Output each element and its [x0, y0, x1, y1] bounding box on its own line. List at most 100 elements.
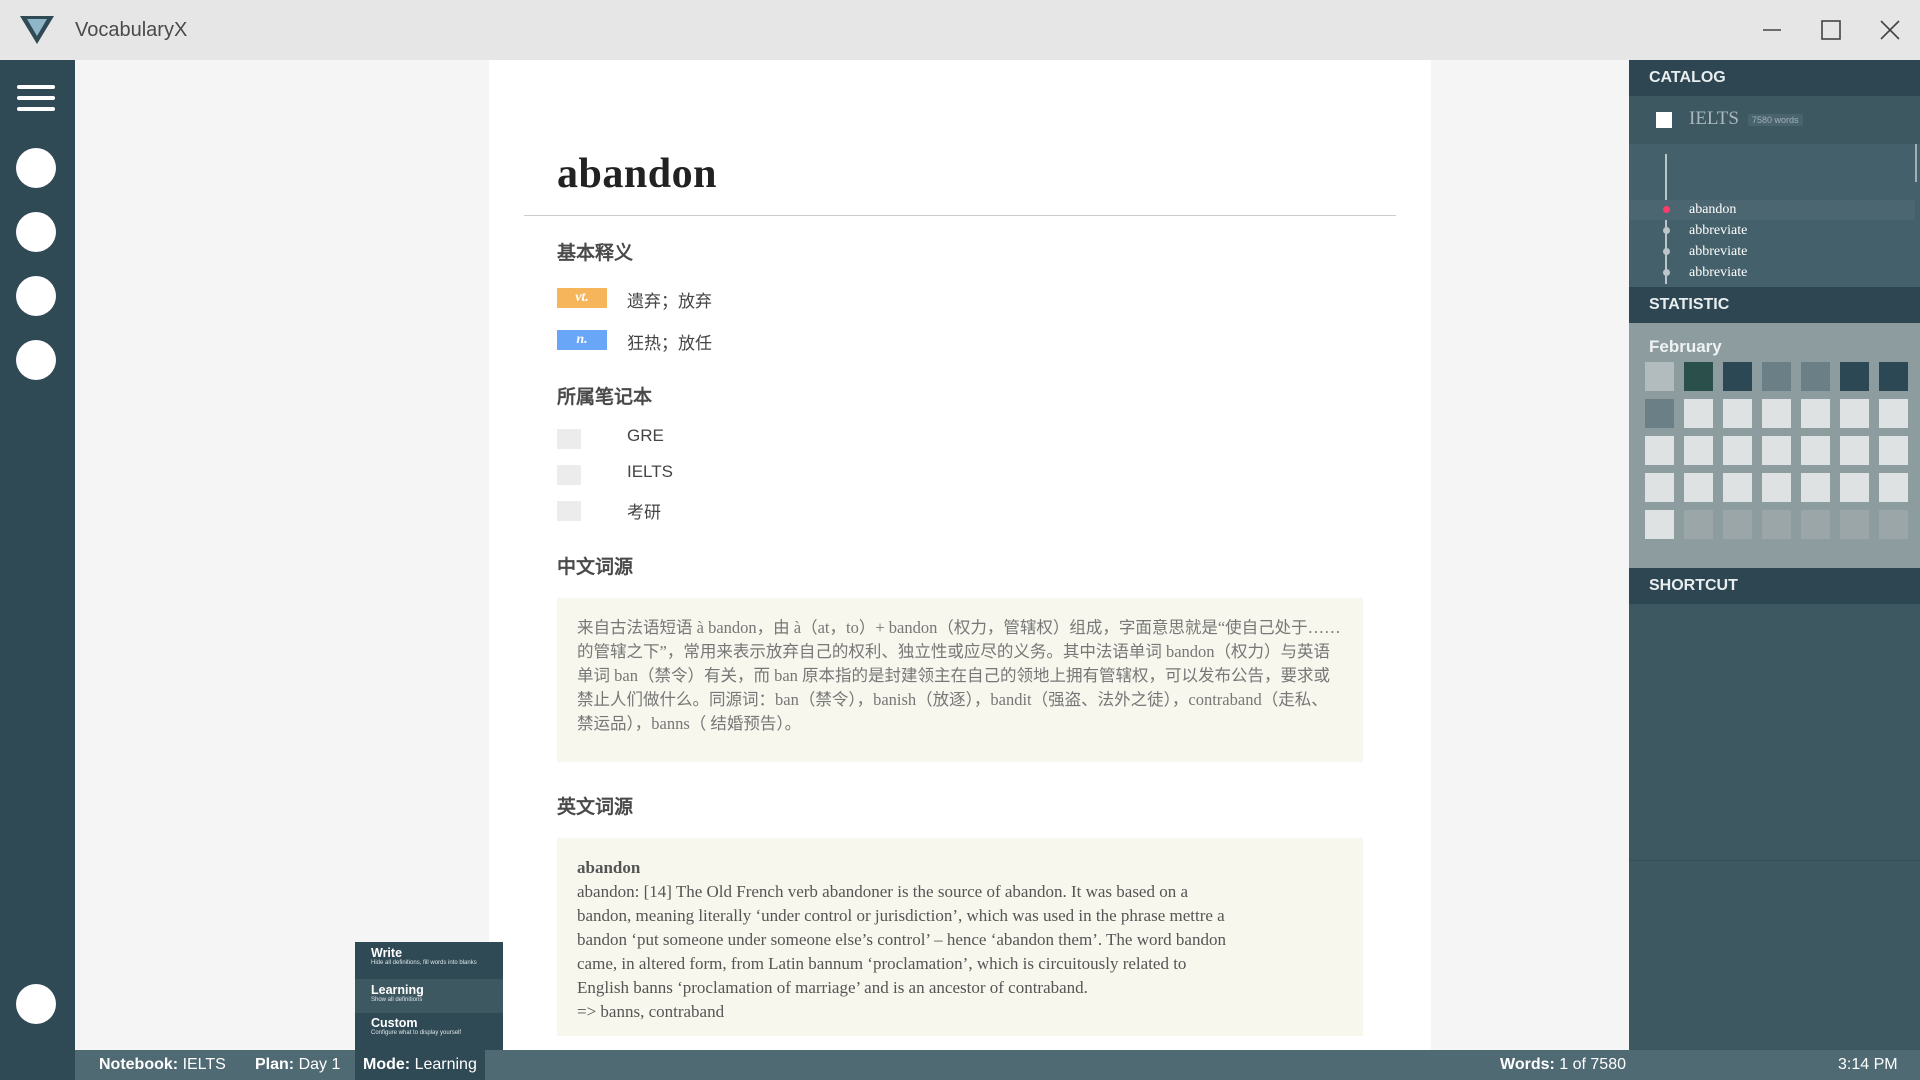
calendar-day-cell[interactable]: [1723, 436, 1752, 465]
en-etymology-line: bandon, meaning literally ‘under control…: [577, 906, 1225, 925]
mode-option-title: Learning: [371, 983, 424, 997]
calendar-day-cell[interactable]: [1684, 362, 1713, 391]
divider: [524, 215, 1396, 216]
calendar-day-cell[interactable]: [1801, 436, 1830, 465]
catalog-scrollbar[interactable]: [1915, 144, 1917, 182]
notebook-checkbox-gre[interactable]: [557, 429, 581, 449]
calendar-day-cell[interactable]: [1762, 436, 1791, 465]
en-etymology-line: came, in altered form, from Latin bannum…: [577, 954, 1187, 973]
book-checkbox[interactable]: [1656, 112, 1672, 128]
book-word-count-badge: 7580 words: [1748, 114, 1803, 126]
hamburger-menu-icon[interactable]: [17, 85, 55, 115]
close-icon: [1880, 20, 1900, 40]
section-basic-definitions: 基本释义: [557, 243, 634, 264]
mode-option-subtitle: Configure what to display yourself: [371, 1030, 462, 1036]
en-etymology-line: bandon ‘put someone under someone else’s…: [577, 930, 1226, 949]
en-etymology-line: => banns, contraband: [577, 1002, 725, 1021]
calendar-day-cell[interactable]: [1840, 510, 1869, 539]
notebook-checkbox-ielts[interactable]: [557, 465, 581, 485]
rail-nav-button-1[interactable]: [16, 148, 56, 188]
calendar-day-cell[interactable]: [1840, 473, 1869, 502]
status-label: Plan:: [255, 1056, 295, 1073]
section-cn-etymology: 中文词源: [557, 557, 634, 578]
calendar-day-cell[interactable]: [1801, 510, 1830, 539]
calendar-day-cell[interactable]: [1645, 436, 1674, 465]
status-plan[interactable]: Plan: Day 1: [255, 1050, 340, 1080]
definition-text: 遗弃；放弃: [627, 292, 712, 311]
calendar-day-cell[interactable]: [1879, 510, 1908, 539]
catalog-item[interactable]: abbreviate: [1629, 221, 1915, 241]
right-panel: CATALOG IELTS 7580 words abandon abbrevi…: [1629, 60, 1920, 1050]
status-notebook[interactable]: Notebook: IELTS: [99, 1050, 226, 1080]
minimize-button[interactable]: [1754, 12, 1790, 48]
status-label: Notebook:: [99, 1056, 179, 1073]
catalog-item[interactable]: abbreviate: [1629, 242, 1915, 262]
rail-nav-button-2[interactable]: [16, 212, 56, 252]
mode-option-learning[interactable]: Learning Show all definitions: [355, 979, 503, 1013]
right-panel-footer: [1629, 860, 1920, 1050]
headword: abandon: [557, 151, 717, 197]
minimize-icon: [1763, 29, 1781, 31]
timeline-dot: [1663, 248, 1670, 255]
calendar-day-cell[interactable]: [1840, 362, 1869, 391]
calendar-day-cell[interactable]: [1645, 399, 1674, 428]
en-etymology-line: abandon: [14] The Old French verb abando…: [577, 882, 1189, 901]
catalog-item[interactable]: abandon: [1629, 200, 1915, 220]
notebook-checkbox-kaoyan[interactable]: [557, 501, 581, 521]
calendar-day-cell[interactable]: [1762, 362, 1791, 391]
catalog-word: abandon: [1689, 202, 1737, 217]
calendar-day-cell[interactable]: [1645, 473, 1674, 502]
mode-option-custom[interactable]: Custom Configure what to display yoursel…: [355, 1012, 503, 1046]
calendar-day-cell[interactable]: [1723, 399, 1752, 428]
calendar-day-cell[interactable]: [1684, 473, 1713, 502]
status-label: Mode:: [363, 1056, 411, 1073]
calendar-day-cell[interactable]: [1723, 362, 1752, 391]
en-etymology-box: abandon abandon: [14] The Old French ver…: [557, 838, 1363, 1036]
pos-tag-n: n.: [557, 330, 607, 350]
catalog-word: abbreviate: [1689, 244, 1748, 259]
calendar-day-cell[interactable]: [1723, 510, 1752, 539]
calendar-day-cell[interactable]: [1684, 510, 1713, 539]
calendar-day-cell[interactable]: [1684, 399, 1713, 428]
definition-text: 狂热；放任: [627, 334, 712, 353]
shortcut-header: SHORTCUT: [1629, 568, 1920, 604]
book-name: IELTS: [1689, 108, 1739, 129]
calendar-day-cell[interactable]: [1762, 510, 1791, 539]
calendar-day-cell[interactable]: [1723, 473, 1752, 502]
calendar-day-cell[interactable]: [1645, 362, 1674, 391]
rail-nav-button-4[interactable]: [16, 340, 56, 380]
catalog-list: abandon abbreviate abbreviate abbreviate…: [1629, 144, 1920, 301]
calendar-day-cell[interactable]: [1840, 436, 1869, 465]
calendar-day-cell[interactable]: [1801, 362, 1830, 391]
status-mode-button[interactable]: Mode: Learning: [355, 1050, 485, 1080]
status-words: Words: 1 of 7580: [1500, 1050, 1626, 1080]
catalog-item[interactable]: abbreviate: [1629, 263, 1915, 283]
calendar-day-cell[interactable]: [1684, 436, 1713, 465]
calendar-day-cell[interactable]: [1645, 510, 1674, 539]
close-button[interactable]: [1872, 12, 1908, 48]
rail-settings-button[interactable]: [16, 984, 56, 1024]
rail-footer: [0, 1050, 75, 1080]
calendar-day-cell[interactable]: [1879, 473, 1908, 502]
maximize-icon: [1821, 20, 1841, 40]
catalog-word: abbreviate: [1689, 223, 1748, 238]
calendar-day-cell[interactable]: [1879, 399, 1908, 428]
calendar-day-cell[interactable]: [1879, 436, 1908, 465]
calendar-day-cell[interactable]: [1762, 399, 1791, 428]
rail-nav-button-3[interactable]: [16, 276, 56, 316]
calendar-day-cell[interactable]: [1840, 399, 1869, 428]
pos-tag-vt: vt.: [557, 288, 607, 308]
left-rail: [0, 60, 75, 1050]
calendar-day-cell[interactable]: [1801, 473, 1830, 502]
notebook-label: 考研: [627, 503, 661, 522]
calendar-day-cell[interactable]: [1762, 473, 1791, 502]
status-bar: Notebook: IELTS Plan: Day 1 Mode: Learni…: [75, 1050, 1920, 1080]
catalog-book-row[interactable]: IELTS 7580 words: [1629, 96, 1920, 144]
maximize-button[interactable]: [1813, 12, 1849, 48]
status-value: 1 of 7580: [1559, 1056, 1626, 1073]
timeline-dot: [1663, 227, 1670, 234]
calendar-day-cell[interactable]: [1801, 399, 1830, 428]
mode-option-write[interactable]: Write Hide all definitions, fill words i…: [355, 942, 503, 976]
timeline-dot: [1663, 269, 1670, 276]
calendar-day-cell[interactable]: [1879, 362, 1908, 391]
